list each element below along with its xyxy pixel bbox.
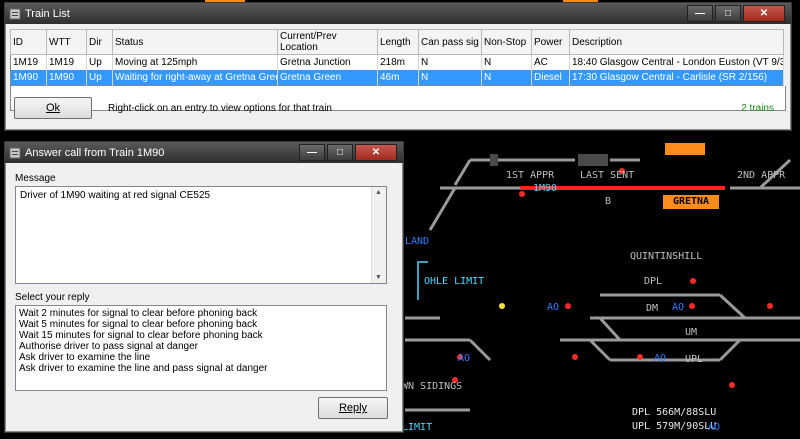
land-label: LAND <box>405 236 430 247</box>
reply-option[interactable]: Ask driver to examine the line <box>19 352 383 363</box>
table-header: ID WTT Dir Status Current/Prev Location … <box>10 29 784 55</box>
answer-call-window: Answer call from Train 1M90 — □ ✕ Messag… <box>4 141 404 433</box>
maximize-button[interactable]: □ <box>327 144 353 161</box>
um-label: UM <box>685 327 698 338</box>
train-list-titlebar[interactable]: Train List — □ ✕ <box>5 3 791 24</box>
minimize-button[interactable]: — <box>299 144 325 161</box>
scroll-down-icon[interactable]: ▼ <box>375 274 382 281</box>
reply-option[interactable]: Ask driver to examine the line and pass … <box>19 363 383 374</box>
cell-status: Waiting for right-away at Gretna Green <box>112 70 278 86</box>
message-scrollbar[interactable]: ▲ ▼ <box>371 187 386 283</box>
second-appr-label: 2ND APPR <box>737 170 786 181</box>
train-list-window: Train List — □ ✕ ID WTT Dir Status Curre… <box>4 2 792 131</box>
column-header-id[interactable]: ID <box>10 29 47 55</box>
column-header-description[interactable]: Description <box>569 29 784 55</box>
train-id-label: 1M90 <box>533 183 558 194</box>
train-count: 2 trains <box>741 102 774 114</box>
ohle-limit-label: OHLE LIMIT <box>424 276 485 287</box>
reply-listbox[interactable]: Wait 2 minutes for signal to clear befor… <box>15 305 387 391</box>
cell-can-pass: N <box>418 70 482 86</box>
limit-label: LIMIT <box>402 422 433 433</box>
column-header-location[interactable]: Current/Prev Location <box>277 29 378 55</box>
track-block <box>578 154 608 166</box>
cell-wtt: 1M19 <box>46 54 87 70</box>
reply-label: Select your reply <box>15 292 90 303</box>
dpl-info-label: DPL 566M/88SLU <box>632 407 717 418</box>
message-box: Driver of 1M90 waiting at red signal CE5… <box>15 186 387 284</box>
column-header-dir[interactable]: Dir <box>86 29 113 55</box>
dm-label: DM <box>646 303 659 314</box>
ao-label: AO <box>672 302 685 313</box>
minimize-button[interactable]: — <box>687 5 713 22</box>
column-header-status[interactable]: Status <box>112 29 278 55</box>
column-header-can-pass[interactable]: Can pass sig <box>418 29 482 55</box>
maximize-icon: □ <box>724 8 732 19</box>
hint-text: Right-click on an entry to view options … <box>108 102 332 114</box>
table-row[interactable]: 1M19 1M19 Up Moving at 125mph Gretna Jun… <box>10 54 784 70</box>
close-button[interactable]: ✕ <box>355 144 397 161</box>
upl-label: UPL <box>685 354 704 365</box>
cell-dir: Up <box>86 70 113 86</box>
cell-non-stop: N <box>481 70 532 86</box>
column-header-length[interactable]: Length <box>377 29 419 55</box>
cell-dir: Up <box>86 54 113 70</box>
ao-label: AO <box>458 353 471 364</box>
close-button[interactable]: ✕ <box>743 5 785 22</box>
minimize-icon: — <box>307 147 317 158</box>
track-block <box>490 154 498 166</box>
reply-option[interactable]: Wait 5 minutes for signal to clear befor… <box>19 319 383 330</box>
gretna-label: GRETNA <box>663 195 719 209</box>
orange-indicator <box>665 143 705 155</box>
cell-wtt: 1M90 <box>46 70 87 86</box>
b-label: B <box>605 196 612 207</box>
table-row-selected[interactable]: 1M90 1M90 Up Waiting for right-away at G… <box>10 70 784 86</box>
message-text: Driver of 1M90 waiting at red signal CE5… <box>20 190 211 201</box>
window-title: Answer call from Train 1M90 <box>25 146 165 159</box>
maximize-icon: □ <box>336 147 344 158</box>
cell-id: 1M19 <box>10 54 47 70</box>
window-title: Train List <box>25 7 70 20</box>
quintinshill-label: QUINTINSHILL <box>630 251 703 262</box>
cell-id: 1M90 <box>10 70 47 86</box>
column-header-power[interactable]: Power <box>531 29 570 55</box>
cell-description: 17:30 Glasgow Central - Carlisle (SR 2/1… <box>569 70 784 86</box>
sidings-label: WN SIDINGS <box>402 381 463 392</box>
cell-location: Gretna Green <box>277 70 378 86</box>
message-label: Message <box>15 173 56 184</box>
cell-location: Gretna Junction <box>277 54 378 70</box>
dpl-label: DPL <box>644 276 663 287</box>
first-appr-label: 1ST APPR <box>506 170 555 181</box>
cell-length: 46m <box>377 70 419 86</box>
ao-label: AO <box>708 422 721 433</box>
reply-option[interactable]: Wait 15 minutes for signal to clear befo… <box>19 330 383 341</box>
ao-label: AO <box>654 353 667 364</box>
close-icon: ✕ <box>371 147 381 158</box>
reply-button[interactable]: Reply <box>318 397 388 419</box>
close-icon: ✕ <box>759 8 769 19</box>
reply-option[interactable]: Wait 2 minutes for signal to clear befor… <box>19 308 383 319</box>
cell-power: AC <box>531 54 570 70</box>
maximize-button[interactable]: □ <box>715 5 741 22</box>
train-table: ID WTT Dir Status Current/Prev Location … <box>10 29 784 86</box>
column-header-non-stop[interactable]: Non-Stop <box>481 29 532 55</box>
app-icon <box>9 8 21 19</box>
scroll-up-icon[interactable]: ▲ <box>375 189 382 196</box>
ao-label: AO <box>547 302 560 313</box>
reply-option[interactable]: Authorise driver to pass signal at dange… <box>19 341 383 352</box>
minimize-icon: — <box>695 8 705 19</box>
last-sent-label: LAST SENT <box>580 170 635 181</box>
ok-button-label: Ok <box>45 102 61 114</box>
reply-button-label: Reply <box>338 402 368 414</box>
cell-power: Diesel <box>531 70 570 86</box>
app-icon <box>9 147 21 158</box>
cell-description: 18:40 Glasgow Central - London Euston (V… <box>569 54 784 70</box>
column-header-wtt[interactable]: WTT <box>46 29 87 55</box>
upl-info-label: UPL 579M/90SLU <box>632 421 717 432</box>
cell-can-pass: N <box>418 54 482 70</box>
cell-status: Moving at 125mph <box>112 54 278 70</box>
answer-call-titlebar[interactable]: Answer call from Train 1M90 — □ ✕ <box>5 142 403 163</box>
ok-button[interactable]: Ok <box>14 97 92 119</box>
cell-non-stop: N <box>481 54 532 70</box>
cell-length: 218m <box>377 54 419 70</box>
